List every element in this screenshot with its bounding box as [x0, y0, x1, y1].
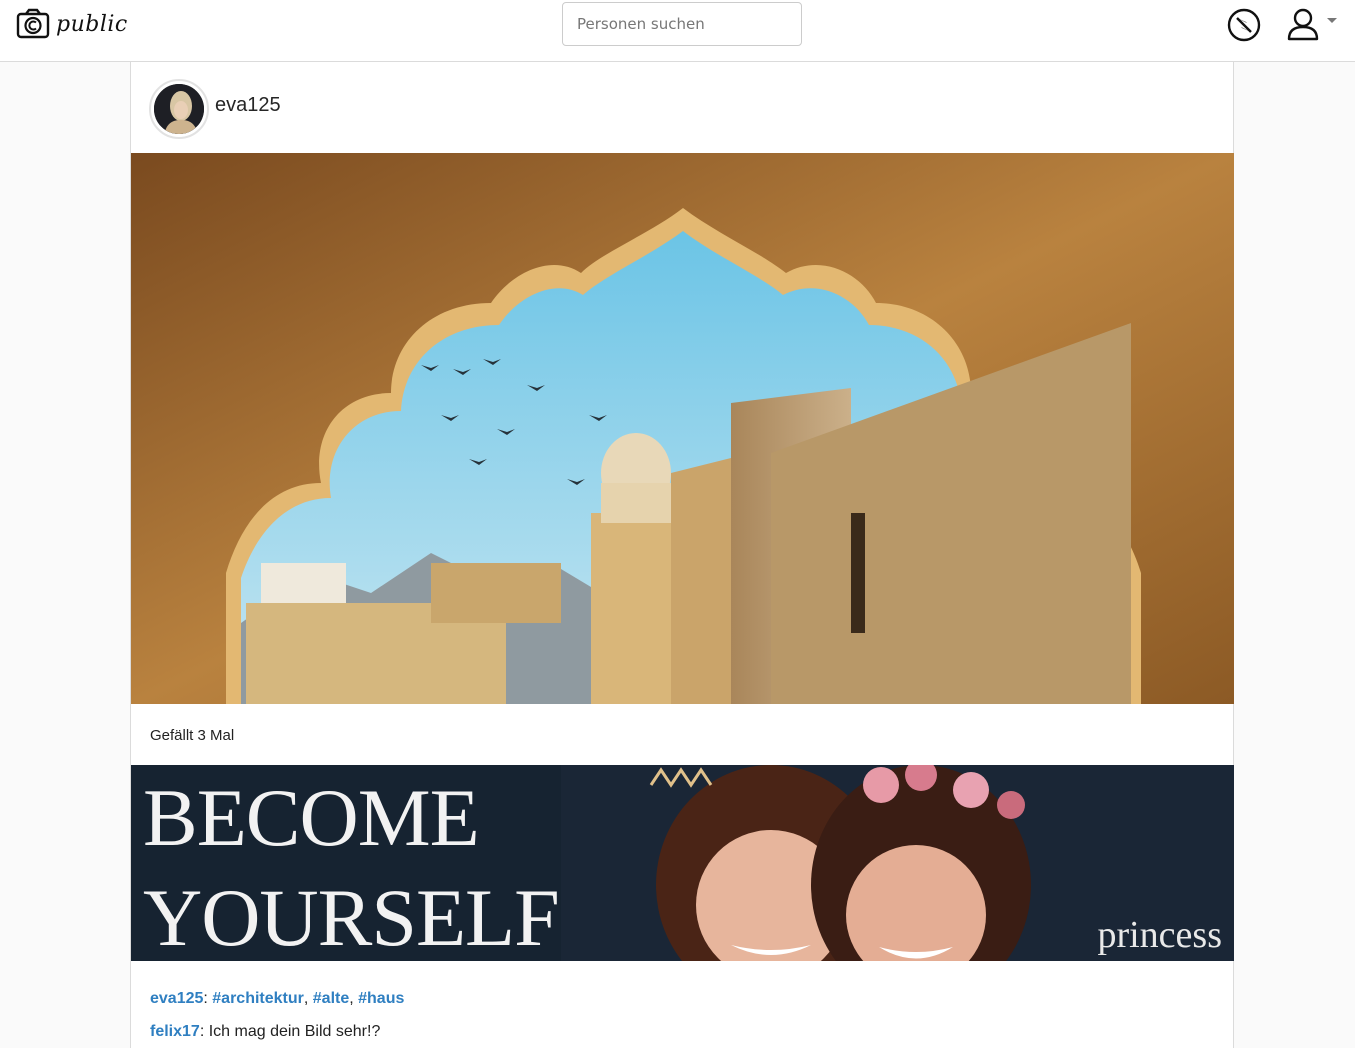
comment-user-link[interactable]: felix17 [150, 1023, 200, 1040]
comment-text: : Ich mag dein Bild sehr!? [199, 1023, 381, 1040]
camera-icon [16, 8, 50, 39]
likes-count: Gefällt 3 Mal [150, 727, 235, 744]
hashtag-link[interactable]: #haus [358, 990, 404, 1007]
hashtag-link[interactable]: #alte [313, 990, 349, 1007]
ad-banner[interactable]: BECOME YOURSELF princess [131, 765, 1234, 961]
tag-separator: , [349, 990, 359, 1007]
avatar-image [154, 84, 204, 134]
post-image [131, 153, 1234, 704]
caption-user-link[interactable]: eva125 [150, 990, 203, 1007]
avatar[interactable] [149, 79, 209, 139]
user-icon[interactable] [1286, 7, 1320, 41]
comments-section: eva125: #architektur, #alte, #haus felix… [150, 988, 404, 1048]
hashtag-link[interactable]: #architektur [212, 990, 304, 1007]
compass-icon[interactable] [1226, 7, 1262, 43]
post-author[interactable]: eva125 [215, 94, 281, 117]
caption-separator: : [203, 990, 213, 1007]
top-navbar: public [0, 0, 1355, 62]
banner-headline-line1: BECOME [143, 772, 480, 863]
post-card: eva125 Gefällt 3 Mal BECOME YOURSELF pri… [130, 62, 1234, 1048]
comment-item: felix17: Ich mag dein Bild sehr!? [150, 1021, 404, 1048]
post-header: eva125 [131, 62, 1233, 153]
banner-subtitle: princess [1097, 914, 1222, 956]
app-logo[interactable]: public [16, 8, 128, 40]
tag-separator: , [303, 990, 313, 1007]
caret-down-icon[interactable] [1327, 18, 1337, 23]
banner-headline-line2: YOURSELF [143, 872, 560, 961]
search-input[interactable] [562, 2, 802, 46]
logo-wordmark: public [56, 11, 128, 37]
caption: eva125: #architektur, #alte, #haus [150, 988, 404, 1021]
